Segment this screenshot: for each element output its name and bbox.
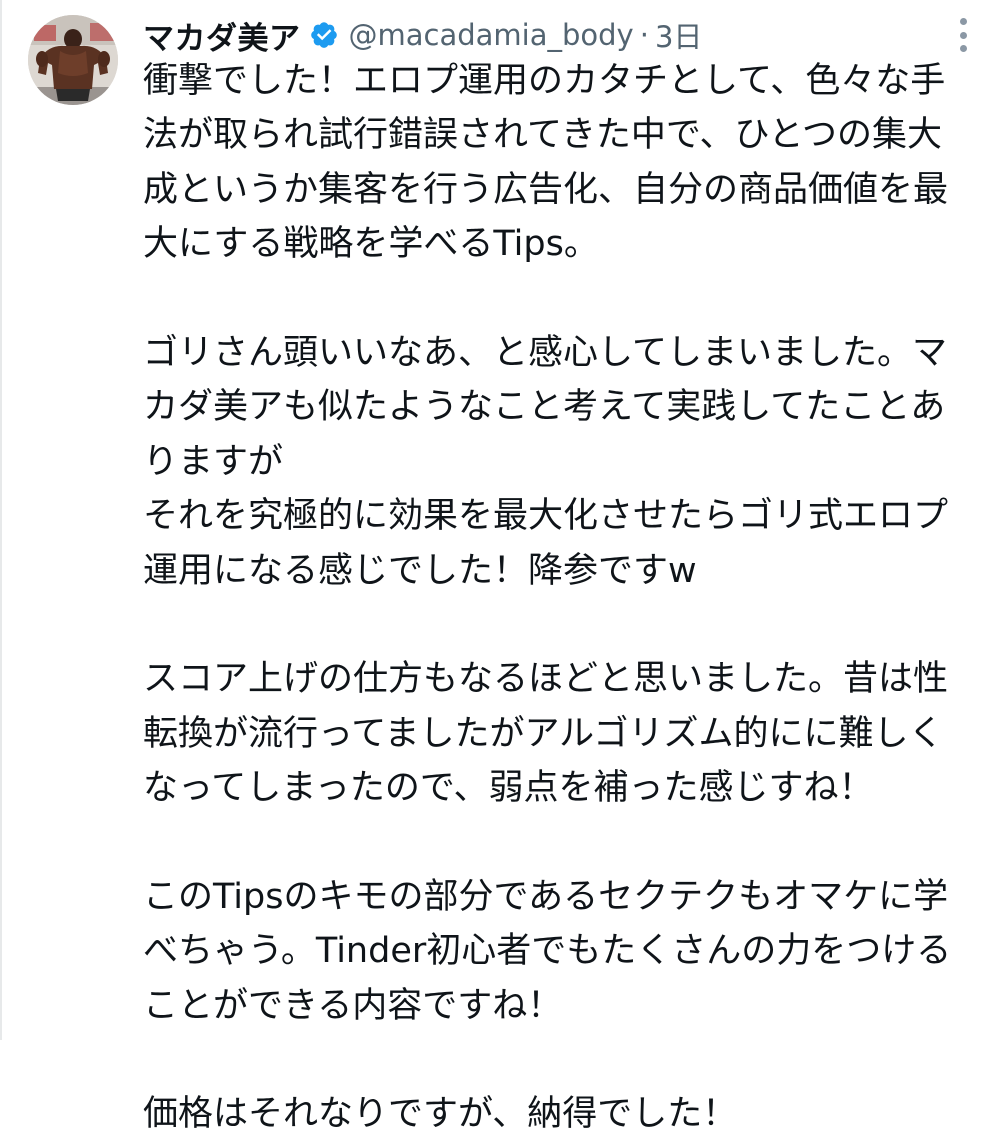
tweet-line: なってしまったので、弱点を補った感じすね！ — [143, 768, 874, 809]
avatar[interactable] — [28, 15, 118, 105]
tweet[interactable]: マカダ美ア @macadamia_body · 3日 衝撃でした！エロプ運用のカ… — [0, 0, 1008, 1134]
tweet-line: 法が取られ試行錯誤されてきた中で、ひとつの集大 — [143, 115, 943, 156]
tweet-line: このTipsのキモの部分であるセクテクもオマケに学 — [143, 876, 949, 917]
more-dot — [959, 18, 967, 25]
tweet-line: 運用になる感じでした！降参ですw — [143, 550, 697, 591]
tweet-line: それを究極的に効果を最大化させたらゴリ式エロプ — [143, 496, 949, 537]
tweet-line: 転換が流行ってましたがアルゴリズム的にに難しく — [143, 713, 944, 754]
tweet-header: マカダ美ア @macadamia_body · 3日 — [143, 12, 702, 58]
tweet-line: 成というか集客を行う広告化、自分の商品価値を最 — [143, 169, 949, 210]
verified-badge-icon — [309, 20, 339, 50]
left-divider — [0, 0, 2, 1040]
tweet-line: 衝撃でした！エロプ運用のカタチとして、色々な手 — [143, 61, 946, 101]
tweet-text: 衝撃でした！エロプ運用のカタチとして、色々な手 法が取られ試行錯誤されてきた中で… — [143, 54, 973, 1142]
tweet-line: ゴリさん頭いいなあ、と感心してしまいました。マ — [143, 332, 947, 373]
tweet-line: りますが — [143, 441, 284, 482]
timestamp[interactable]: 3日 — [655, 14, 702, 56]
tweet-line: べちゃう。Tinder初心者でもたくさんの力をつける — [143, 931, 952, 972]
tweet-line: 価格はそれなりですが、納得でした！ — [143, 1094, 738, 1135]
tweet-line: 大にする戦略を学べるTips。 — [143, 224, 599, 265]
separator-dot: · — [639, 18, 649, 52]
more-options-icon[interactable] — [950, 18, 976, 52]
more-dot — [959, 31, 967, 39]
tweet-line: スコア上げの仕方もなるほどと思いました。昔は性 — [143, 659, 949, 700]
author-name[interactable]: マカダ美ア — [143, 13, 301, 58]
bodybuilder-avatar — [28, 15, 118, 105]
tweet-line: カダ美アも似たようなこと考えて実践してたことあ — [143, 387, 946, 428]
tweet-line: ことができる内容ですね！ — [143, 985, 563, 1026]
more-dot — [959, 45, 967, 52]
author-handle[interactable]: @macadamia_body — [349, 18, 634, 52]
